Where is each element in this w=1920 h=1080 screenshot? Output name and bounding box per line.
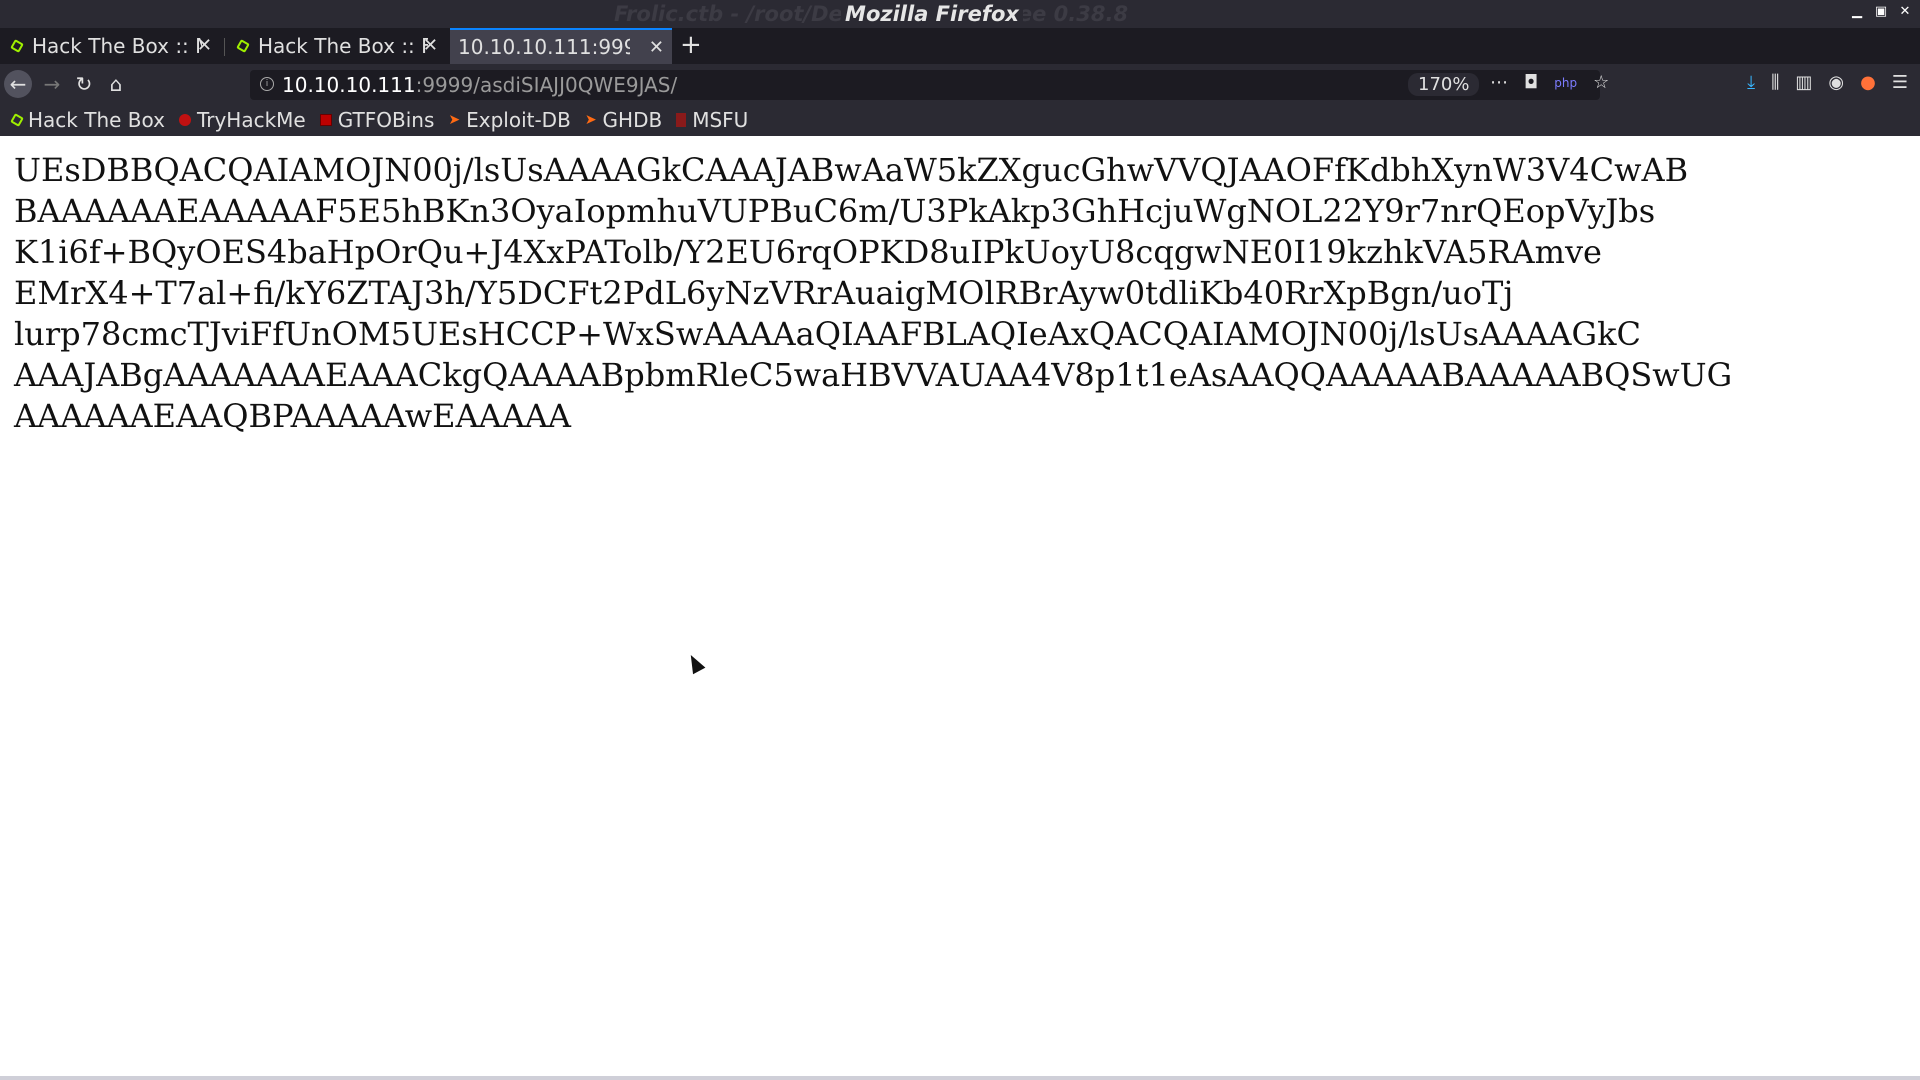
- text-line: UEsDBBQACQAIAMOJN00j/lsUsAAAAGkCAAAJABwA…: [14, 151, 1689, 189]
- msfu-icon: [676, 113, 687, 127]
- navigation-toolbar: ← → ↻ ⌂ i 10.10.10.111:9999/asdiSIAJJ0QW…: [0, 64, 1920, 104]
- text-line: AAAJABgAAAAAAAEAAACkgQAAAABpbmRleC5waHBV…: [14, 356, 1733, 394]
- window-title: Mozilla Firefox: [0, 2, 1864, 26]
- text-line: EMrX4+T7al+fi/kY6ZTAJ3h/Y5DCFt2PdL6yNzVR…: [14, 274, 1514, 312]
- mouse-pointer-icon: [684, 651, 706, 675]
- minimize-icon[interactable]: ▁: [1850, 4, 1864, 19]
- forward-arrow-icon[interactable]: →: [38, 70, 66, 98]
- maximize-icon[interactable]: ▣: [1874, 4, 1888, 19]
- new-tab-icon[interactable]: +: [680, 30, 702, 60]
- bookmark-label: Exploit-DB: [466, 108, 571, 132]
- downloads-icon[interactable]: ⤓: [1747, 72, 1755, 93]
- tab-strip: Hack The Box :: M ✕ Hack The Box :: F ✕ …: [0, 28, 1920, 64]
- pocket-icon[interactable]: ◘: [1524, 72, 1538, 93]
- base64-text-block: UEsDBBQACQAIAMOJN00j/lsUsAAAAGkCAAAJABwA…: [14, 150, 1910, 437]
- home-icon[interactable]: ⌂: [102, 70, 130, 98]
- bookmark-label: Hack The Box: [28, 108, 165, 132]
- gtfobins-icon: [319, 114, 332, 126]
- htb-cube-icon: [10, 39, 24, 53]
- text-line: K1i6f+BQyOES4baHpOrQu+J4XxPATolb/Y2EU6rq…: [14, 233, 1602, 271]
- url-host: 10.10.10.111: [282, 73, 416, 97]
- page-content: UEsDBBQACQAIAMOJN00j/lsUsAAAAGkCAAAJABwA…: [0, 136, 1920, 1076]
- close-tab-icon[interactable]: ✕: [197, 35, 212, 56]
- tab-active-page[interactable]: 10.10.10.111:9999/ ✕: [450, 28, 672, 64]
- url-path: :9999/asdiSIAJJ0QWE9JAS/: [415, 73, 678, 97]
- window-bottom-border: [0, 1076, 1920, 1080]
- bookmark-label: GTFOBins: [337, 108, 435, 132]
- url-bar-actions: ⋯ ◘ php ☆: [1490, 72, 1609, 93]
- tab-label: Hack The Box :: M: [32, 34, 202, 58]
- sidebar-icon[interactable]: ▥: [1795, 72, 1812, 93]
- close-tab-icon[interactable]: ✕: [649, 37, 664, 58]
- tab-label: 10.10.10.111:9999/: [458, 35, 630, 59]
- firefox-extension-icon[interactable]: ●: [1860, 72, 1876, 93]
- close-window-icon[interactable]: ✕: [1898, 4, 1912, 19]
- bookmark-tryhackme[interactable]: TryHackMe: [178, 108, 306, 132]
- tab-hack-the-box-2[interactable]: Hack The Box :: F ✕: [226, 28, 446, 64]
- bookmarks-toolbar: Hack The Box TryHackMe GTFOBins ➤ Exploi…: [0, 104, 1920, 136]
- bookmark-ghdb[interactable]: ➤ GHDB: [585, 108, 662, 132]
- account-icon[interactable]: ◉: [1828, 72, 1844, 93]
- bookmark-exploit-db[interactable]: ➤ Exploit-DB: [448, 108, 570, 132]
- window-titlebar: Frolic.ctb - /root/Desk... - CherryTree …: [0, 0, 1920, 28]
- back-arrow-icon[interactable]: ←: [4, 70, 32, 98]
- reload-icon[interactable]: ↻: [70, 70, 98, 98]
- window-controls: ▁ ▣ ✕: [1850, 4, 1912, 19]
- page-actions-icon[interactable]: ⋯: [1490, 72, 1508, 93]
- zoom-level-button[interactable]: 170%: [1408, 73, 1480, 96]
- bookmark-star-icon[interactable]: ☆: [1593, 72, 1609, 93]
- url-bar[interactable]: i 10.10.10.111:9999/asdiSIAJJ0QWE9JAS/ 1…: [250, 70, 1609, 100]
- ghdb-icon: ➤: [584, 112, 597, 128]
- bookmark-label: TryHackMe: [196, 108, 306, 132]
- text-line: AAAAAAEAAQBPAAAAAwEAAAAA: [14, 397, 571, 435]
- tryhackme-icon: [178, 114, 191, 126]
- exploit-db-icon: ➤: [448, 112, 461, 128]
- toolbar-right: ⤓ ⫼ ▥ ◉ ● ☰: [1747, 72, 1908, 93]
- extension-icon[interactable]: php: [1554, 76, 1577, 93]
- bookmark-hack-the-box[interactable]: Hack The Box: [10, 108, 165, 132]
- tab-hack-the-box-1[interactable]: Hack The Box :: M ✕: [0, 28, 220, 64]
- bookmark-gtfobins[interactable]: GTFOBins: [319, 108, 435, 132]
- bookmark-label: MSFU: [692, 108, 749, 132]
- tab-divider: [224, 38, 225, 56]
- url-field[interactable]: 10.10.10.111:9999/asdiSIAJJ0QWE9JAS/: [282, 73, 677, 97]
- text-line: BAAAAAAEAAAAAF5E5hBKn3OyaIopmhuVUPBuC6m/…: [14, 192, 1656, 230]
- text-line: lurp78cmcTJviFfUnOM5UEsHCCP+WxSwAAAAaQIA…: [14, 315, 1641, 353]
- bookmark-label: GHDB: [602, 108, 663, 132]
- site-info-icon[interactable]: i: [260, 77, 274, 91]
- close-tab-icon[interactable]: ✕: [423, 35, 438, 56]
- menu-icon[interactable]: ☰: [1892, 72, 1908, 93]
- tab-label: Hack The Box :: F: [258, 34, 428, 58]
- bookmark-msfu[interactable]: MSFU: [676, 108, 748, 132]
- htb-cube-icon: [10, 113, 24, 127]
- htb-cube-icon: [236, 39, 250, 53]
- library-icon[interactable]: ⫼: [1771, 72, 1779, 93]
- window-title-text: Mozilla Firefox: [841, 2, 1023, 26]
